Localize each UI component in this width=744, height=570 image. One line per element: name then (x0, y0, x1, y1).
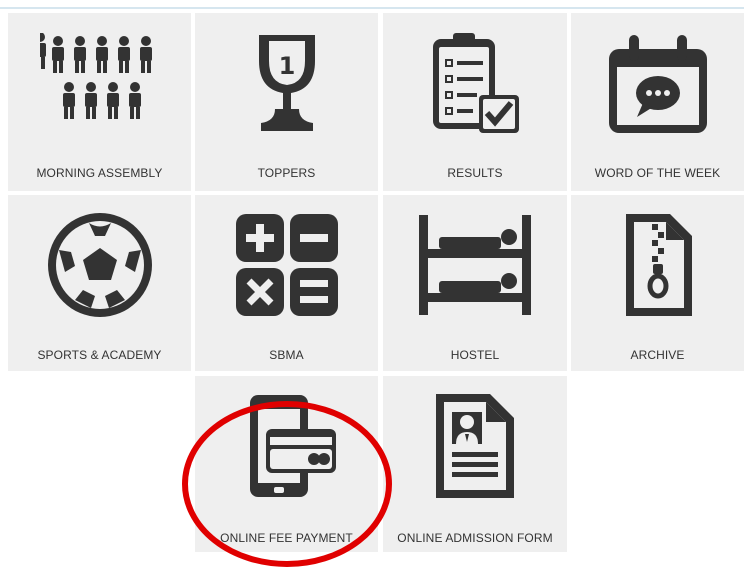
tile-sports-academy[interactable]: SPORTS & ACADEMY (8, 195, 191, 371)
bunk-bed-icon (383, 195, 567, 335)
tile-results[interactable]: RESULTS (383, 13, 567, 191)
zip-file-icon (571, 195, 744, 335)
tile-label: ONLINE ADMISSION FORM (397, 531, 553, 545)
tile-label: ONLINE FEE PAYMENT (220, 531, 353, 545)
tile-online-fee-payment[interactable]: ONLINE FEE PAYMENT (195, 376, 378, 552)
tile-label: MORNING ASSEMBLY (36, 166, 163, 180)
tile-label: SBMA (269, 348, 304, 362)
tile-label: RESULTS (447, 166, 503, 180)
top-border (0, 7, 744, 9)
svg-text:1: 1 (278, 52, 295, 80)
trophy-icon: 1 (195, 13, 378, 153)
admission-form-icon (383, 376, 567, 516)
tile-online-admission-form[interactable]: ONLINE ADMISSION FORM (383, 376, 567, 552)
tile-label: HOSTEL (450, 348, 500, 362)
tile-label: TOPPERS (257, 166, 316, 180)
tile-label: WORD OF THE WEEK (594, 166, 721, 180)
tile-hostel[interactable]: HOSTEL (383, 195, 567, 371)
tile-toppers[interactable]: 1 TOPPERS (195, 13, 378, 191)
mobile-card-payment-icon (195, 376, 378, 516)
tile-sbma[interactable]: SBMA (195, 195, 378, 371)
soccer-ball-icon (8, 195, 191, 335)
tile-label: SPORTS & ACADEMY (37, 348, 162, 362)
tile-word-of-the-week[interactable]: WORD OF THE WEEK (571, 13, 744, 191)
tile-label: ARCHIVE (630, 348, 685, 362)
calendar-chat-icon (571, 13, 744, 153)
tile-archive[interactable]: ARCHIVE (571, 195, 744, 371)
results-checklist-icon (383, 13, 567, 153)
morning-assembly-icon (8, 13, 191, 153)
tile-morning-assembly[interactable]: MORNING ASSEMBLY (8, 13, 191, 191)
calculator-icon (195, 195, 378, 335)
